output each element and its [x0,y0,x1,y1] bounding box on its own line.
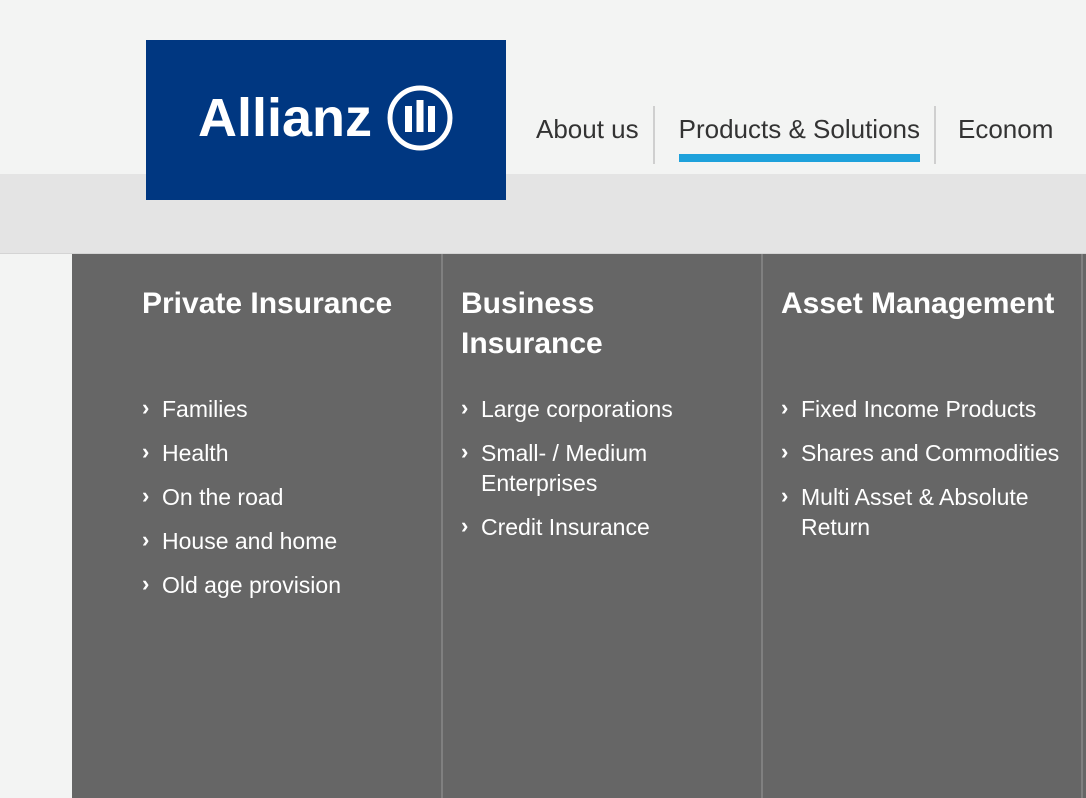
chevron-right-icon: › [461,513,469,538]
column-title-business-insurance[interactable]: Business Insurance [461,284,741,364]
menu-link-label: Old age provision [162,572,341,598]
menu-link-label: Small- / Medium Enterprises [481,440,648,496]
nav-about-us-label: About us [536,114,639,144]
menu-link-small-medium-enterprises[interactable]: › Small- / Medium Enterprises [461,438,751,498]
active-nav-indicator [678,154,920,162]
allianz-eagle-icon [387,85,453,151]
business-insurance-links: › Large corporations › Small- / Medium Ent… [461,394,761,556]
menu-link-credit-insurance[interactable]: › Credit Insurance [461,512,751,542]
nav-products-solutions-label: Products & Solutions [678,114,920,144]
menu-link-health[interactable]: › Health [142,438,432,468]
chevron-right-icon: › [142,395,150,420]
logo-lockup: Allianz [198,84,454,152]
chevron-right-icon: › [781,395,789,420]
chevron-right-icon: › [461,395,469,420]
chevron-right-icon: › [781,439,789,464]
chevron-right-icon: › [781,483,789,508]
chevron-right-icon: › [142,483,150,508]
menu-link-large-corporations[interactable]: › Large corporations [461,394,751,424]
main-navigation: About us Products & Solutions Econom [520,104,1053,164]
menu-link-label: House and home [162,528,338,554]
menu-column-private-insurance: Private Insurance › Families › Health › On … [72,254,441,798]
menu-link-label: Fixed Income Products [801,396,1037,422]
menu-link-label: Credit Insurance [481,514,650,540]
menu-link-shares-and-commodities[interactable]: › Shares and Commodities [781,438,1071,468]
column-title-private-insurance[interactable]: Private Insurance [142,284,422,324]
menu-link-multi-asset-absolute-return[interactable]: › Multi Asset & Absolute Return [781,482,1071,542]
asset-management-links: › Fixed Income Products › Shares and Commo… [781,394,1081,556]
chevron-right-icon: › [142,527,150,552]
nav-economic-research-label: Econom [958,114,1054,144]
column-title-asset-management[interactable]: Asset Management [781,284,1061,324]
chevron-right-icon: › [142,439,150,464]
menu-link-fixed-income-products[interactable]: › Fixed Income Products [781,394,1071,424]
products-mega-menu: Private Insurance › Families › Health › On … [72,254,1086,798]
chevron-right-icon: › [142,571,150,596]
menu-link-old-age-provision[interactable]: › Old age provision [142,570,432,600]
menu-column-business-insurance: Business Insurance › Large corporations ›… [443,254,761,798]
menu-column-asset-management: Asset Management › Fixed Income Products … [763,254,1081,798]
menu-link-house-and-home[interactable]: › House and home [142,526,432,556]
menu-link-label: Shares and Commodities [801,440,1060,466]
menu-link-families[interactable]: › Families [142,394,432,424]
menu-link-on-the-road[interactable]: › On the road [142,482,432,512]
nav-products-solutions[interactable]: Products & Solutions [655,104,934,164]
logo-wordmark: Allianz [197,88,373,148]
private-insurance-links: › Families › Health › On the road › House an… [142,394,441,614]
nav-economic-research[interactable]: Econom [936,104,1053,164]
nav-about-us[interactable]: About us [520,104,653,164]
menu-link-label: Large corporations [481,396,673,422]
menu-link-label: Multi Asset & Absolute Return [801,484,1029,540]
chevron-right-icon: › [461,439,469,464]
allianz-logo[interactable]: Allianz [146,40,506,200]
menu-link-label: On the road [162,484,284,510]
menu-link-label: Health [162,440,229,466]
menu-link-label: Families [162,396,248,422]
